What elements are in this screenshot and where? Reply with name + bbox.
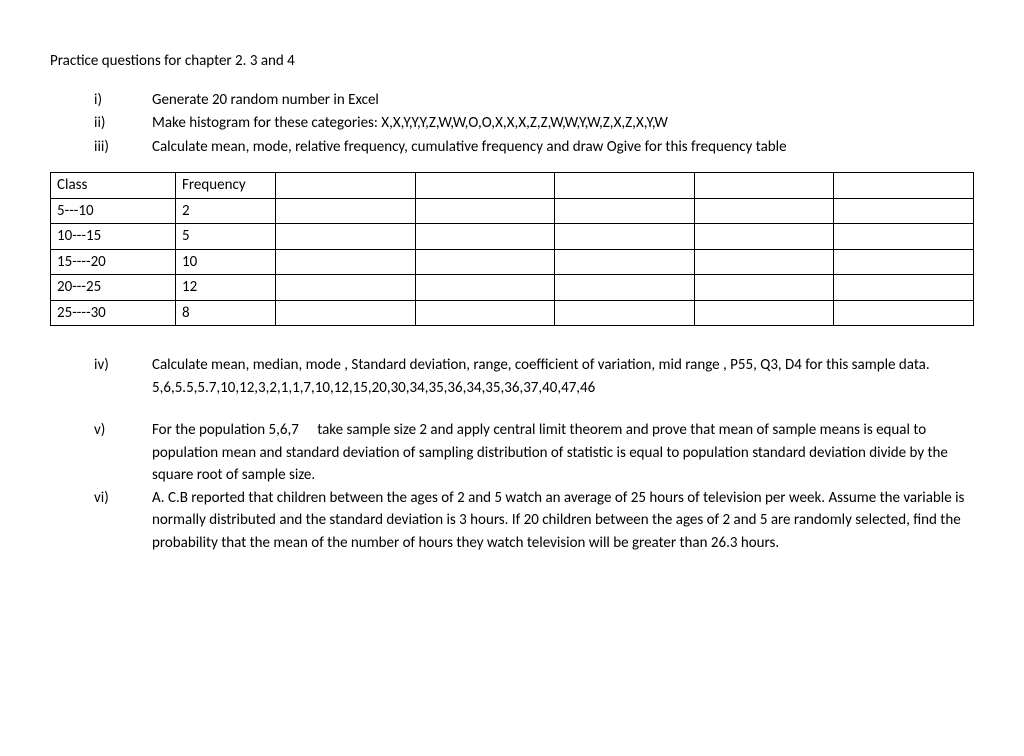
table-empty-cell (415, 249, 555, 275)
list-number: v) (94, 419, 152, 487)
list-text-extra: 5,6,5.5,5.7,10,12,3,2,1,1,7,10,12,15,20,… (152, 379, 595, 397)
list-text: Calculate mean, mode, relative frequency… (152, 136, 974, 159)
table-empty-cell (555, 249, 695, 275)
table-cell: 10---15 (51, 224, 176, 250)
table-empty-cell (694, 300, 834, 326)
upper-question-list: i) Generate 20 random number in Excel ii… (94, 89, 974, 159)
table-empty-cell (694, 275, 834, 301)
table-cell: 20---25 (51, 275, 176, 301)
table-cell: 15----20 (51, 249, 176, 275)
list-text: For the population 5,6,7 take sample siz… (152, 419, 974, 487)
table-empty-cell (415, 224, 555, 250)
table-header-cell: Class (51, 173, 176, 199)
table-empty-cell (555, 300, 695, 326)
table-empty-cell (834, 173, 974, 199)
table-empty-cell (834, 198, 974, 224)
list-text-line: Calculate mean, median, mode , Standard … (152, 356, 930, 374)
table-row: 10---15 5 (51, 224, 974, 250)
list-number: iii) (94, 136, 152, 159)
list-text: Calculate mean, median, mode , Standard … (152, 354, 974, 399)
list-text: Make histogram for these categories: X,X… (152, 112, 974, 135)
table-row: 20---25 12 (51, 275, 974, 301)
list-item: iv) Calculate mean, median, mode , Stand… (94, 354, 974, 399)
table-cell: 12 (176, 275, 276, 301)
list-item: ii) Make histogram for these categories:… (94, 112, 974, 135)
list-item: vi) A. C.B reported that children betwee… (94, 487, 974, 555)
table-empty-cell (276, 224, 416, 250)
lower-question-list: iv) Calculate mean, median, mode , Stand… (94, 354, 974, 554)
list-item: v) For the population 5,6,7 take sample … (94, 419, 974, 487)
table-empty-cell (834, 249, 974, 275)
table-empty-cell (555, 198, 695, 224)
table-empty-cell (694, 198, 834, 224)
table-empty-cell (415, 173, 555, 199)
table-empty-cell (694, 224, 834, 250)
table-empty-cell (415, 275, 555, 301)
table-cell: 5 (176, 224, 276, 250)
list-item: iii) Calculate mean, mode, relative freq… (94, 136, 974, 159)
table-cell: 25----30 (51, 300, 176, 326)
table-empty-cell (555, 224, 695, 250)
table-empty-cell (834, 275, 974, 301)
list-text: A. C.B reported that children between th… (152, 487, 974, 555)
table-empty-cell (834, 300, 974, 326)
table-cell: 8 (176, 300, 276, 326)
table-cell: 2 (176, 198, 276, 224)
table-cell: 5---10 (51, 198, 176, 224)
table-empty-cell (694, 249, 834, 275)
table-empty-cell (276, 198, 416, 224)
list-number: vi) (94, 487, 152, 555)
table-row: 25----30 8 (51, 300, 974, 326)
table-empty-cell (276, 300, 416, 326)
page-title: Practice questions for chapter 2. 3 and … (50, 50, 974, 73)
table-empty-cell (555, 275, 695, 301)
list-number: iv) (94, 354, 152, 399)
table-row: 5---10 2 (51, 198, 974, 224)
list-item: i) Generate 20 random number in Excel (94, 89, 974, 112)
table-empty-cell (276, 249, 416, 275)
table-empty-cell (555, 173, 695, 199)
table-header-row: Class Frequency (51, 173, 974, 199)
table-empty-cell (834, 224, 974, 250)
frequency-table: Class Frequency 5---10 2 10---15 5 15---… (50, 172, 974, 326)
list-number: i) (94, 89, 152, 112)
table-empty-cell (415, 198, 555, 224)
list-text: Generate 20 random number in Excel (152, 89, 974, 112)
table-empty-cell (276, 173, 416, 199)
table-row: 15----20 10 (51, 249, 974, 275)
table-empty-cell (694, 173, 834, 199)
list-number: ii) (94, 112, 152, 135)
table-empty-cell (415, 300, 555, 326)
table-empty-cell (276, 275, 416, 301)
table-cell: 10 (176, 249, 276, 275)
table-header-cell: Frequency (176, 173, 276, 199)
